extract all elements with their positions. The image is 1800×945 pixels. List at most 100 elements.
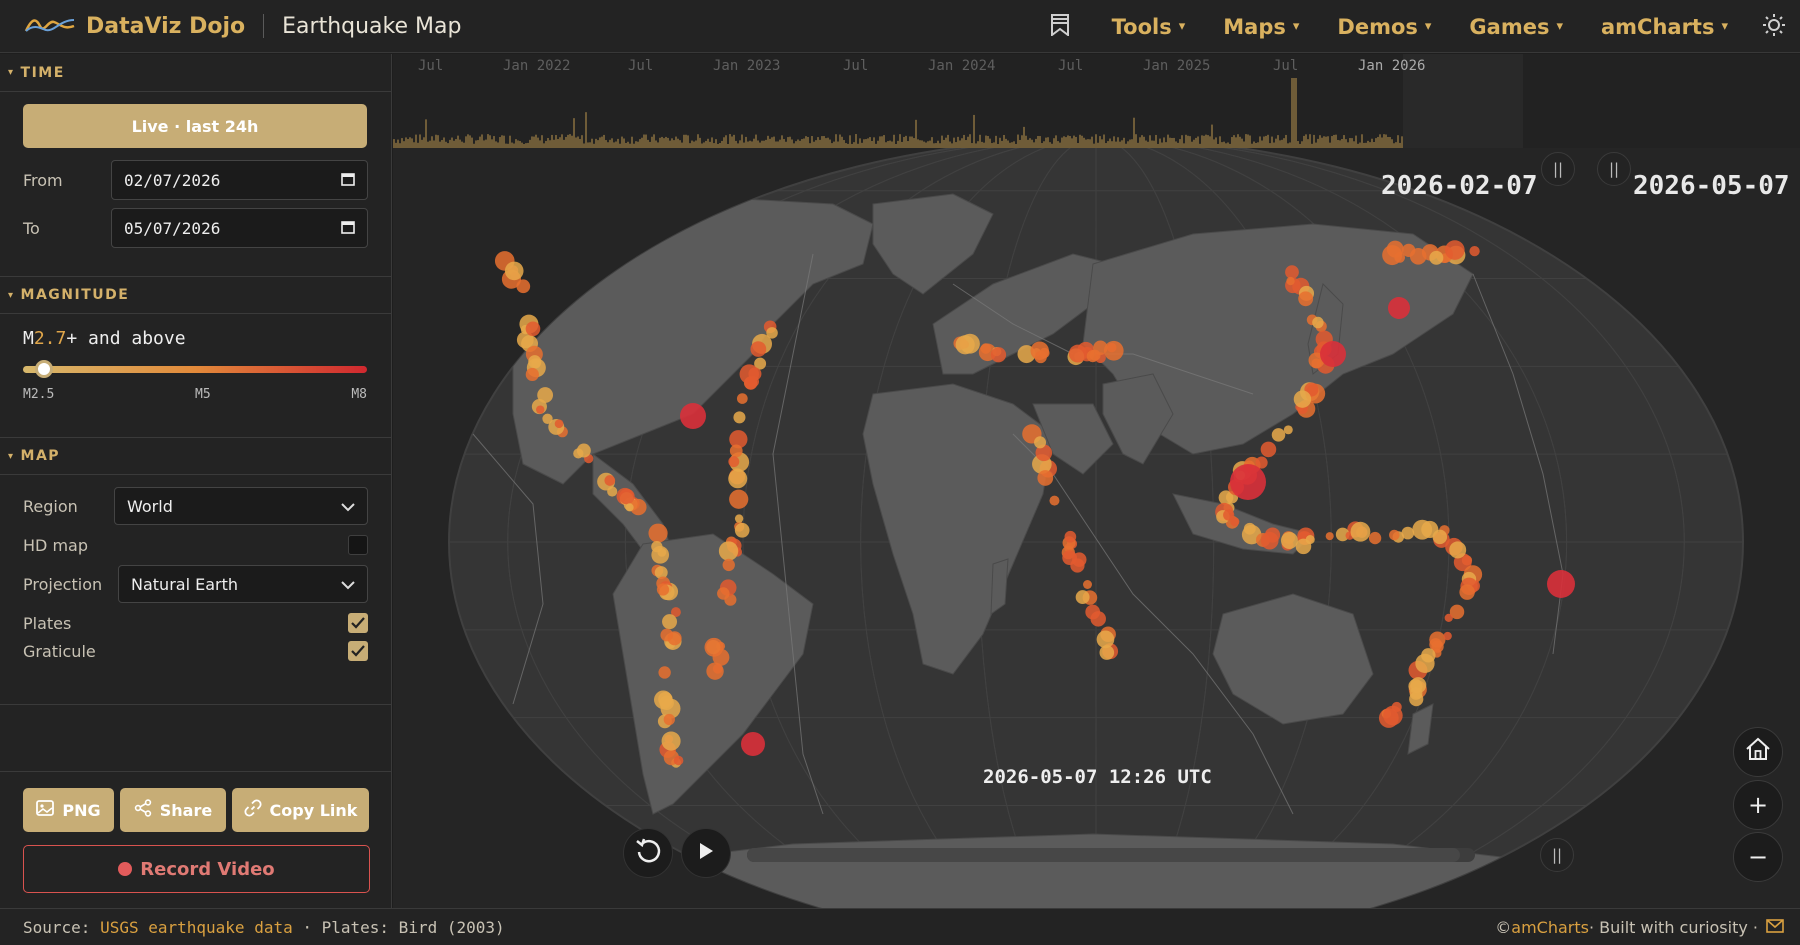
histogram-bar [867, 138, 869, 148]
png-button[interactable]: PNG [23, 788, 114, 832]
histogram-bar [1061, 137, 1063, 148]
nav-games[interactable]: Games ▾ [1469, 15, 1563, 39]
graticule-checkbox[interactable] [348, 641, 368, 661]
chevron-down-icon: ▾ [1721, 19, 1728, 34]
live-24h-button[interactable]: Live · last 24h [23, 104, 367, 148]
bookmark-icon[interactable] [1050, 13, 1070, 40]
histogram-bar [1237, 134, 1239, 148]
histogram-bar [811, 136, 813, 148]
histogram-bar [861, 142, 863, 148]
histogram-bar [897, 140, 899, 148]
histogram-bar [805, 136, 807, 148]
earthquake-marker [766, 327, 778, 339]
to-date-value: 05/07/2026 [124, 218, 221, 238]
histogram-bar [1369, 142, 1371, 148]
histogram-bar [979, 134, 981, 148]
histogram-bar [1261, 140, 1263, 148]
magnitude-slider[interactable] [23, 359, 367, 379]
zoom-out-button[interactable]: − [1733, 832, 1783, 882]
histogram-bar [715, 139, 717, 148]
earthquake-marker [1432, 529, 1448, 545]
histogram-bar [1003, 134, 1005, 148]
histogram-bar [611, 138, 613, 148]
histogram-bar [1363, 142, 1365, 148]
to-date-input[interactable]: 05/07/2026 [111, 208, 368, 248]
earthquake-marker-large [1320, 341, 1346, 367]
playback-progress[interactable] [747, 848, 1475, 862]
histogram-bar [1291, 78, 1293, 148]
histogram-bar [691, 140, 693, 148]
magnitude-slider-track[interactable] [23, 366, 367, 373]
play-button[interactable] [681, 828, 731, 878]
histogram-bar [1083, 137, 1085, 148]
checkmark-icon [351, 645, 365, 657]
play-icon [697, 841, 715, 865]
magnitude-slider-thumb[interactable] [34, 360, 53, 378]
histogram-bar [661, 136, 663, 148]
histogram-bar [681, 142, 683, 148]
record-video-button[interactable]: Record Video [23, 845, 370, 893]
playback-handle[interactable]: || [1540, 838, 1574, 872]
histogram-bar [499, 137, 501, 148]
histogram-bar [659, 137, 661, 148]
histogram-bar [1173, 137, 1175, 148]
histogram-bar [1367, 140, 1369, 148]
copy-link-button[interactable]: Copy Link [232, 788, 369, 832]
histogram-bar [431, 136, 433, 148]
earthquake-marker [1283, 425, 1293, 435]
nav-amcharts[interactable]: amCharts ▾ [1601, 15, 1728, 39]
histogram-bar [823, 136, 825, 148]
calendar-icon[interactable] [341, 219, 355, 238]
sun-icon[interactable] [1762, 13, 1786, 41]
histogram-bar [939, 143, 941, 148]
time-section-toggle[interactable]: ▾ TIME [0, 54, 391, 92]
hd-map-checkbox[interactable] [348, 535, 368, 555]
histogram-bar [665, 136, 667, 148]
amcharts-link[interactable]: amCharts [1511, 918, 1589, 937]
histogram-bar [1059, 142, 1061, 148]
calendar-icon[interactable] [341, 171, 355, 190]
nav-tools[interactable]: Tools ▾ [1112, 15, 1186, 39]
magnitude-section-toggle[interactable]: ▾ MAGNITUDE [0, 276, 391, 314]
from-date-input[interactable]: 02/07/2026 [111, 160, 368, 200]
range-start-handle[interactable]: || [1541, 152, 1575, 186]
histogram-bar [917, 139, 919, 148]
histogram-bar [1151, 140, 1153, 148]
zoom-in-button[interactable]: + [1733, 780, 1783, 830]
histogram-bar [651, 136, 653, 148]
usgs-link[interactable]: USGS earthquake data [100, 918, 293, 937]
replay-button[interactable] [623, 828, 673, 878]
brand[interactable]: DataViz Dojo Earthquake Map [24, 14, 461, 39]
projection-select[interactable]: Natural Earth [118, 565, 368, 603]
range-end-handle[interactable]: || [1597, 152, 1631, 186]
brand-name[interactable]: DataViz Dojo [86, 14, 245, 39]
histogram-bar [551, 134, 553, 148]
earthquake-marker [729, 444, 743, 458]
histogram-bar [619, 143, 621, 148]
histogram-bar [447, 143, 449, 148]
region-select[interactable]: World [114, 487, 368, 525]
earthquake-marker [706, 662, 724, 680]
plates-checkbox[interactable] [348, 613, 368, 633]
earthquake-marker [576, 443, 591, 458]
histogram-bar [809, 143, 811, 148]
histogram-bar [1395, 142, 1397, 148]
histogram-bar [395, 142, 397, 148]
histogram-bar [1391, 139, 1393, 148]
plates-row: Plates [23, 613, 368, 633]
map-area[interactable]: Jul Jan 2022 Jul Jan 2023 Jul Jan 2024 J… [393, 54, 1800, 908]
histogram-bar [1133, 117, 1135, 148]
histogram-bar [705, 140, 707, 148]
home-button[interactable] [1733, 727, 1783, 777]
mail-icon[interactable] [1766, 918, 1784, 937]
histogram-bar [825, 138, 827, 148]
earthquake-marker [1089, 349, 1101, 361]
share-button[interactable]: Share [120, 788, 226, 832]
nav-demos[interactable]: Demos ▾ [1337, 15, 1431, 39]
map-section-toggle[interactable]: ▾ MAP [0, 437, 391, 475]
histogram-bar [1259, 136, 1261, 148]
histogram-bar [1279, 140, 1281, 148]
chevron-down-icon: ▾ [8, 289, 15, 301]
histogram-bar [1149, 135, 1151, 148]
nav-maps[interactable]: Maps ▾ [1223, 15, 1299, 39]
